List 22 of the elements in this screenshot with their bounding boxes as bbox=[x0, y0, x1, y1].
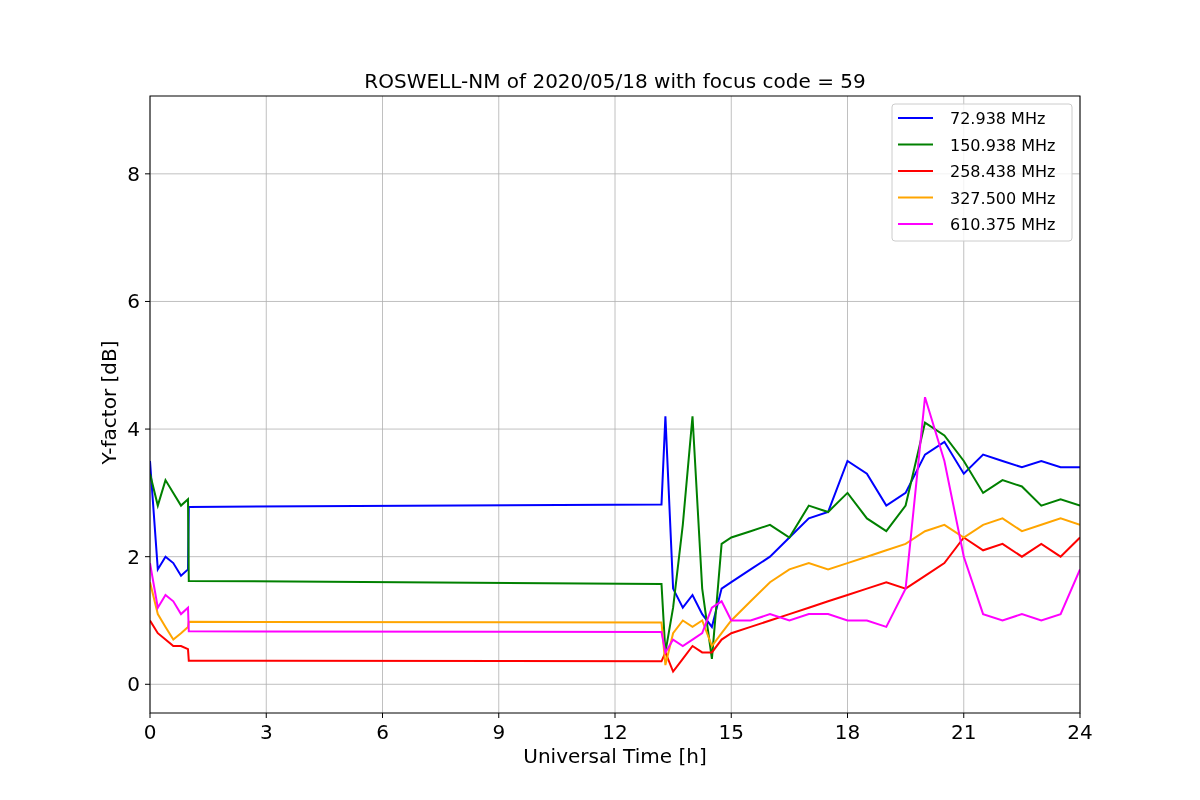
x-tick-label: 15 bbox=[718, 720, 744, 744]
legend-label: 610.375 MHz bbox=[950, 215, 1056, 234]
y-tick-label: 2 bbox=[127, 544, 140, 569]
x-tick-label: 9 bbox=[492, 720, 506, 744]
x-tick-label: 6 bbox=[376, 720, 389, 744]
x-tick-label: 12 bbox=[602, 720, 628, 744]
y-tick-label: 8 bbox=[127, 161, 140, 186]
legend-label: 327.500 MHz bbox=[950, 188, 1056, 208]
x-axis-label: Universal Time [h] bbox=[523, 744, 707, 768]
chart-title: ROSWELL-NM of 2020/05/18 with focus code = 59 bbox=[364, 69, 866, 93]
legend-label: 150.938 MHz bbox=[950, 135, 1056, 155]
y-tick-label: 4 bbox=[127, 417, 140, 442]
x-tick-label: 24 bbox=[1067, 720, 1093, 744]
legend-label: 258.438 MHz bbox=[950, 162, 1056, 181]
x-tick-label: 21 bbox=[951, 720, 977, 744]
x-tick-label: 3 bbox=[259, 720, 273, 744]
y-axis-label: Y-factor [dB] bbox=[97, 340, 121, 465]
y-tick-label: 6 bbox=[127, 289, 140, 314]
x-tick-label: 18 bbox=[834, 720, 861, 744]
x-tick-label: 0 bbox=[143, 720, 157, 744]
y-tick-label: 0 bbox=[127, 672, 140, 697]
legend-label: 72.938 MHz bbox=[950, 109, 1046, 128]
